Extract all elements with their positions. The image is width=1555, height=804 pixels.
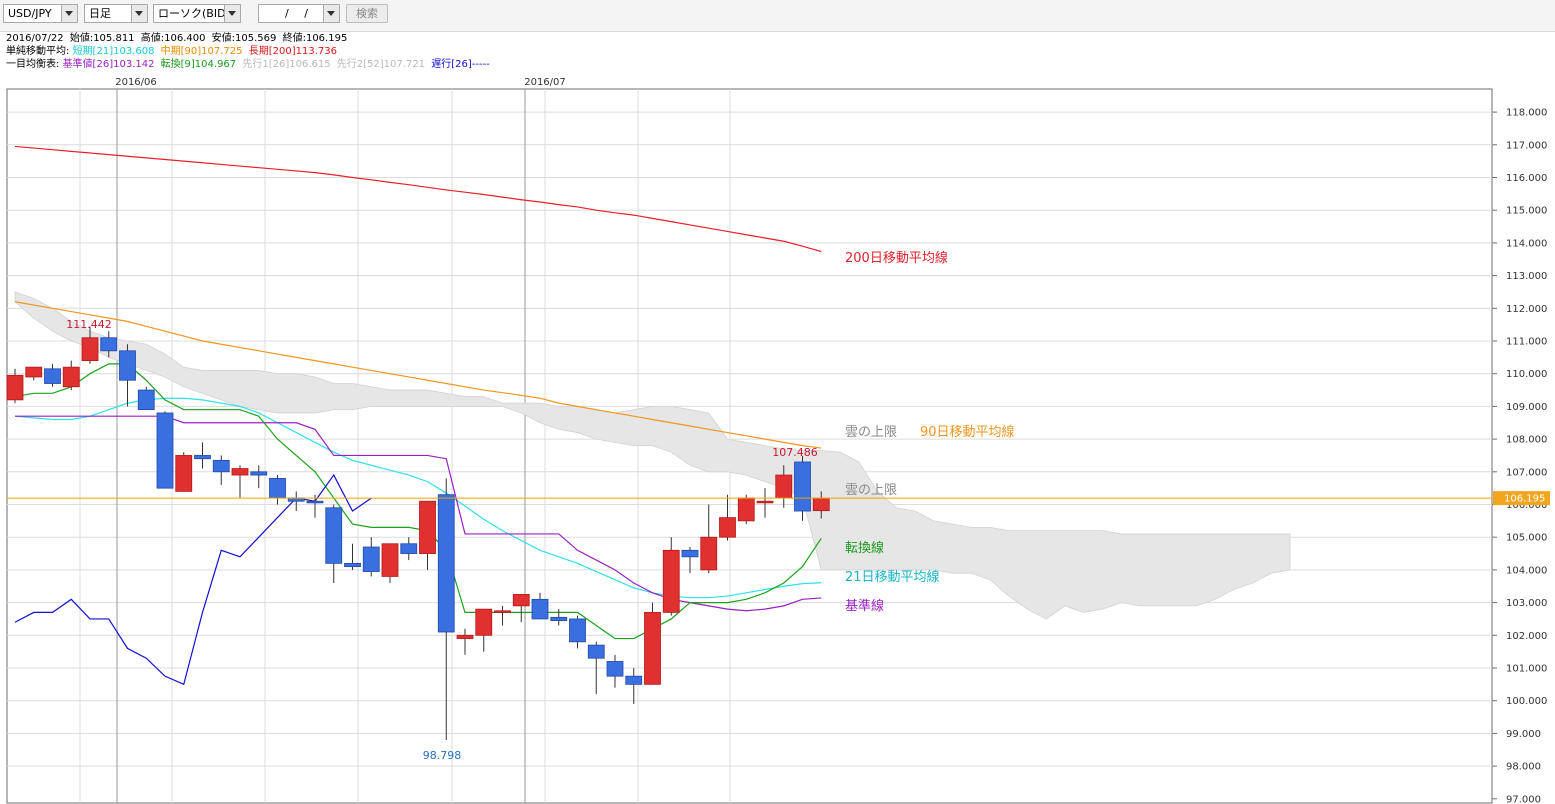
current-price-label: 106.195 <box>1504 494 1545 505</box>
candle-body <box>606 661 624 677</box>
candle-body <box>719 517 736 538</box>
candlestick-chart[interactable]: 2016/06 2016/07 97.000 98.000 99.000 100.00… <box>0 0 1555 804</box>
candle-body <box>325 507 343 564</box>
x-label-2016-06: 2016/06 <box>115 77 157 88</box>
sma90-label: 90日移動平均線 <box>920 424 1015 440</box>
candle-body <box>44 368 61 384</box>
high-label: 111.442 <box>66 318 112 331</box>
candle-body <box>437 494 455 633</box>
tenkan-label: 転換線 <box>845 540 884 556</box>
candle-body <box>700 536 718 571</box>
y-tick-label: 104.000 <box>1506 565 1547 576</box>
y-tick-label: 112.000 <box>1506 304 1547 315</box>
candle-body <box>344 562 361 568</box>
candle-body <box>625 675 643 685</box>
candle-body <box>569 618 586 643</box>
candle-body <box>306 500 324 504</box>
candle <box>156 411 174 489</box>
kijun-label: 基準線 <box>845 598 884 614</box>
y-tick-label: 107.000 <box>1506 467 1547 478</box>
candle-body <box>587 644 605 659</box>
y-tick-label: 98.000 <box>1506 762 1541 773</box>
y-tick-label: 103.000 <box>1506 598 1547 609</box>
candle-body <box>250 471 268 476</box>
y-tick-label: 110.000 <box>1506 369 1547 380</box>
candle <box>137 386 155 411</box>
y-tick-label: 109.000 <box>1506 402 1547 413</box>
y-tick-label: 115.000 <box>1506 206 1547 217</box>
candle-body <box>100 337 118 352</box>
candle-body <box>362 546 380 572</box>
candle-body <box>775 474 793 499</box>
candle-body <box>681 549 699 558</box>
candle-body <box>6 374 24 401</box>
y-tick-label: 117.000 <box>1506 140 1547 151</box>
candle-body <box>494 610 511 613</box>
candle-body <box>137 389 155 411</box>
candle <box>644 602 661 685</box>
candle-body <box>512 594 530 607</box>
candle-body <box>756 500 774 504</box>
candle-body <box>456 634 474 639</box>
candle-body <box>231 468 249 476</box>
candle-body <box>644 612 661 685</box>
y-tick-label: 105.000 <box>1506 533 1547 544</box>
candle-body <box>812 497 830 512</box>
candle-body <box>156 412 174 489</box>
y-tick-label: 102.000 <box>1506 631 1547 642</box>
candle <box>175 452 193 492</box>
y-tick-label: 114.000 <box>1506 238 1547 249</box>
candle-body <box>62 366 80 388</box>
candle-body <box>531 598 549 620</box>
y-tick-label: 108.000 <box>1506 435 1547 446</box>
candle-body <box>737 497 755 522</box>
candle-body <box>381 543 399 577</box>
y-tick-label: 100.000 <box>1506 696 1547 707</box>
candle-body <box>400 543 418 554</box>
cloud-upper-label: 雲の上限 <box>845 425 897 440</box>
candle <box>794 455 811 521</box>
cloud-upper-label-2: 雲の上限 <box>845 483 897 498</box>
y-tick-label: 97.000 <box>1506 794 1541 804</box>
candle-body <box>119 350 136 381</box>
sma21-label: 21日移動平均線 <box>845 569 940 585</box>
low-label: 98.798 <box>423 749 462 762</box>
candle-body <box>175 455 193 492</box>
candle-body <box>194 455 211 460</box>
candle-body <box>550 616 568 621</box>
y-tick-label: 101.000 <box>1506 664 1547 675</box>
candle <box>737 494 755 525</box>
candle-body <box>212 459 230 473</box>
recent-high-label: 107.486 <box>772 446 818 459</box>
sma200-label: 200日移動平均線 <box>845 250 948 266</box>
candle-body <box>475 608 493 636</box>
candle-body <box>25 366 43 378</box>
chart-background <box>0 72 1555 804</box>
x-label-2016-07: 2016/07 <box>524 77 566 88</box>
y-tick-label: 111.000 <box>1506 337 1547 348</box>
candle-body <box>794 461 811 512</box>
candle-body <box>81 337 99 362</box>
y-tick-label: 116.000 <box>1506 173 1547 184</box>
y-tick-label: 99.000 <box>1506 729 1541 740</box>
y-tick-label: 113.000 <box>1506 271 1547 282</box>
y-tick-label: 118.000 <box>1506 108 1547 119</box>
candle-body <box>419 500 436 554</box>
candle-body <box>269 477 286 499</box>
candle-body <box>662 549 680 613</box>
